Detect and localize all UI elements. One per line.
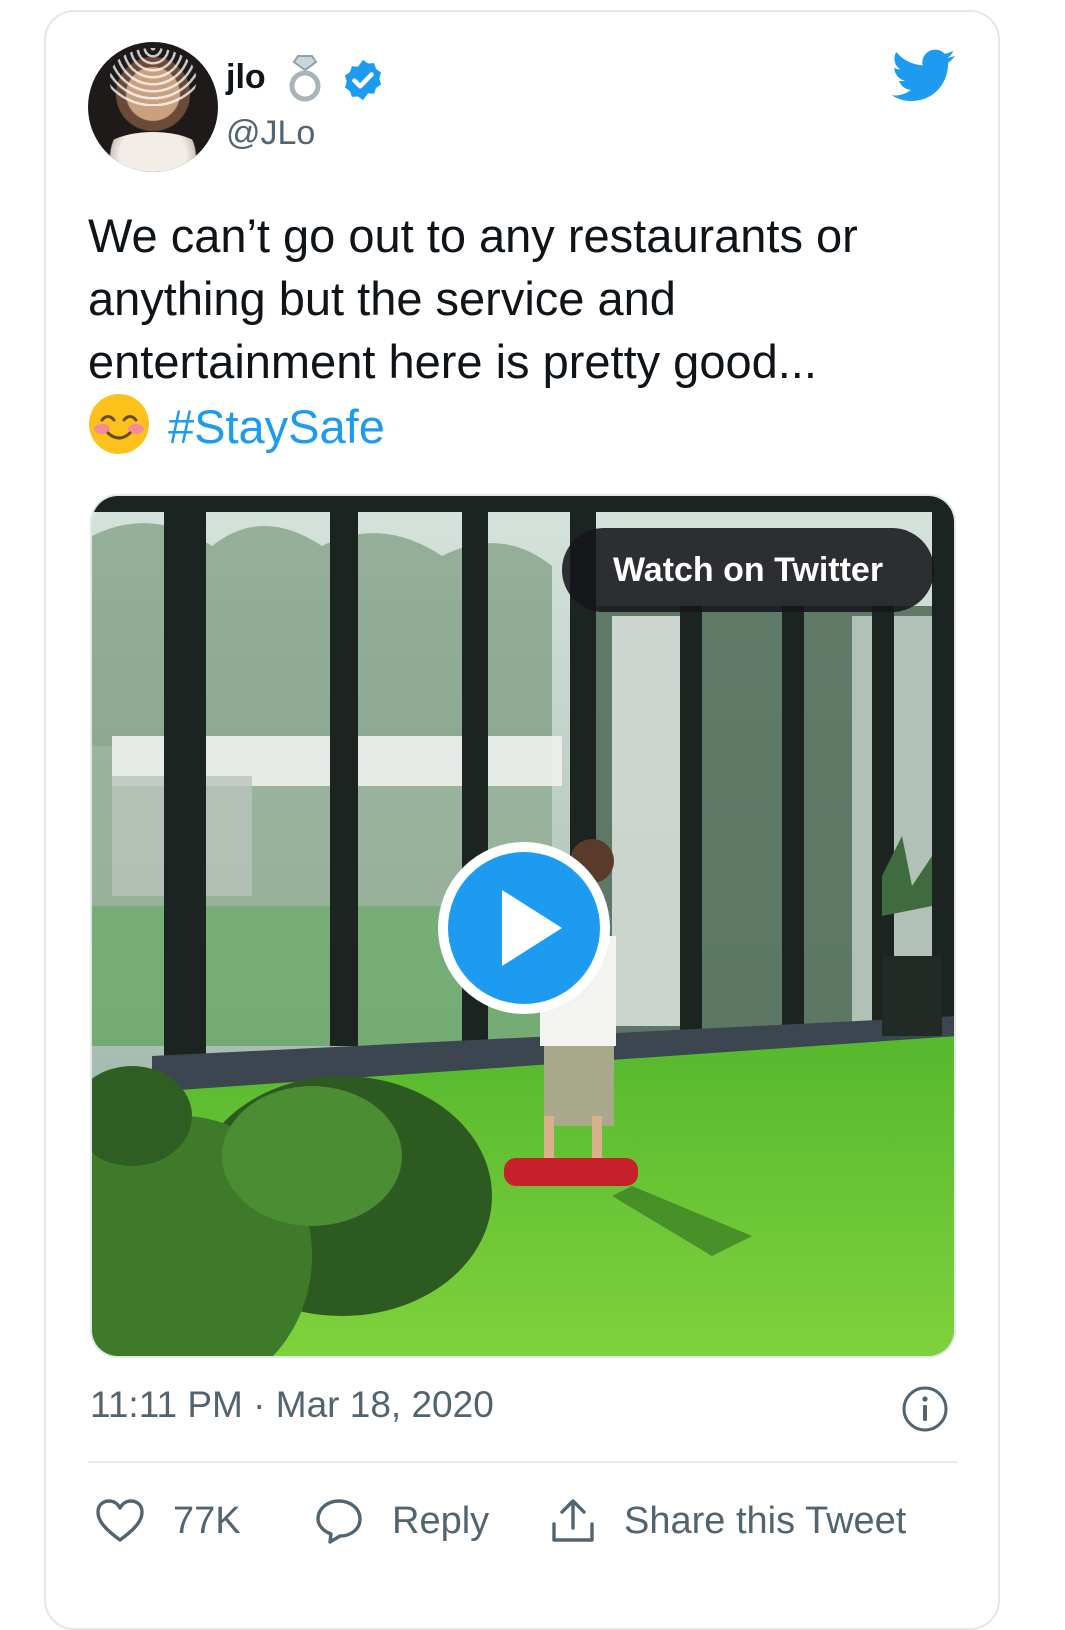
ring-icon [289, 55, 321, 102]
reply-button[interactable]: Reply [314, 1486, 489, 1556]
avatar-veil [110, 48, 196, 106]
twitter-bird-icon[interactable] [892, 48, 956, 104]
tweet-text: We can’t go out to any restaurants or an… [88, 204, 968, 458]
video-media[interactable]: Watch on Twitter [90, 494, 956, 1358]
share-label: Share this Tweet [624, 1499, 907, 1542]
watch-on-twitter-button[interactable]: Watch on Twitter [562, 528, 934, 612]
avatar-fur [98, 132, 208, 172]
tweet-actions: 77K Reply Share this Tweet [0, 1486, 1065, 1556]
tweet-timestamp[interactable]: 11:11 PM · Mar 18, 2020 [90, 1384, 494, 1426]
info-icon[interactable] [900, 1384, 950, 1434]
like-button[interactable]: 77K [95, 1486, 241, 1556]
reply-bubble-icon [316, 1499, 362, 1544]
tweet-text-line: We can’t go out to any restaurants or [88, 209, 858, 262]
tweet-text-line: #StaySafe [88, 393, 968, 458]
smiling-face-emoji-icon [89, 394, 149, 454]
share-icon [552, 1499, 594, 1542]
author-name[interactable]: jlo [226, 58, 266, 97]
divider [88, 1461, 958, 1463]
author-handle[interactable]: @JLo [226, 114, 315, 153]
share-tweet-button[interactable]: Share this Tweet [548, 1486, 906, 1556]
verified-badge-icon [344, 59, 382, 101]
tweet-text-line: entertainment here is pretty good... [88, 335, 817, 388]
avatar[interactable] [88, 42, 218, 172]
heart-icon [96, 1499, 144, 1542]
hashtag-link[interactable]: #StaySafe [168, 400, 385, 453]
reply-label: Reply [392, 1499, 490, 1542]
like-count: 77K [173, 1499, 241, 1542]
tweet-text-line: anything but the service and [88, 272, 676, 325]
play-icon[interactable] [434, 838, 614, 1018]
